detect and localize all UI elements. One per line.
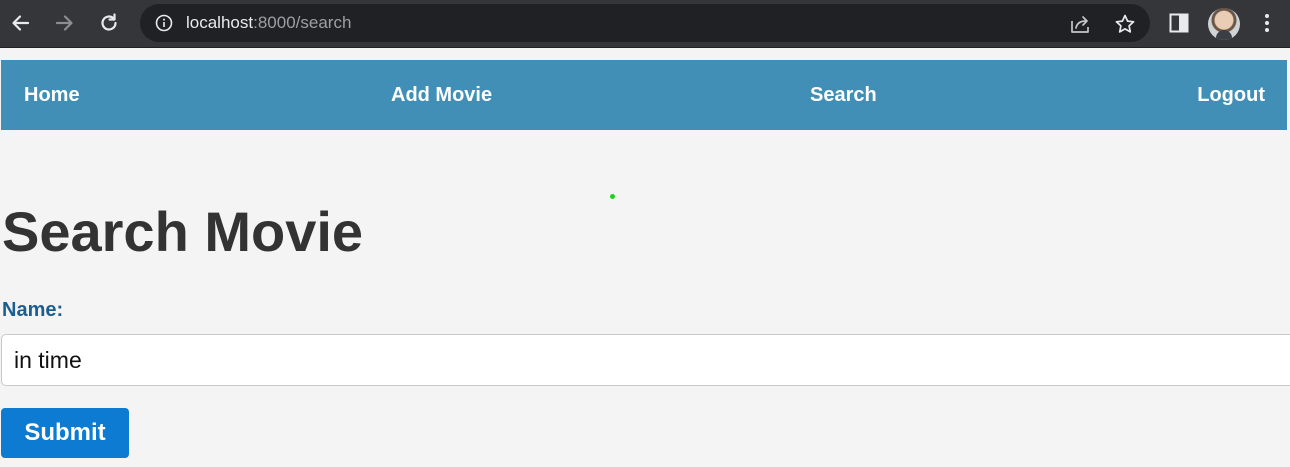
site-navbar: Home Add Movie Search Logout [1, 60, 1287, 130]
page-top-gap [0, 48, 1290, 60]
url-host: localhost [186, 13, 254, 32]
reload-icon[interactable] [95, 9, 123, 37]
submit-button[interactable]: Submit [1, 408, 129, 458]
url-path: :8000/search [253, 13, 352, 32]
side-panel-icon[interactable] [1168, 12, 1190, 34]
nav-link-home[interactable]: Home [24, 84, 80, 106]
star-icon[interactable] [1114, 13, 1136, 35]
profile-avatar[interactable] [1208, 8, 1240, 40]
back-arrow-icon[interactable] [6, 9, 34, 37]
cursor-dot [610, 194, 615, 199]
browser-toolbar: localhost:8000/search [0, 0, 1290, 48]
info-icon[interactable] [155, 14, 173, 32]
page-title: Search Movie [2, 200, 364, 263]
name-field-label: Name: [2, 299, 64, 321]
forward-arrow-icon[interactable] [51, 9, 79, 37]
url-text[interactable]: localhost:8000/search [186, 14, 351, 32]
nav-link-search[interactable]: Search [810, 84, 877, 106]
nav-link-add-movie[interactable]: Add Movie [391, 84, 492, 106]
address-bar[interactable]: localhost:8000/search [140, 4, 1150, 42]
kebab-menu-icon[interactable] [1256, 12, 1278, 34]
nav-link-logout[interactable]: Logout [1197, 84, 1265, 106]
share-icon[interactable] [1069, 13, 1091, 35]
name-input[interactable] [1, 334, 1290, 386]
